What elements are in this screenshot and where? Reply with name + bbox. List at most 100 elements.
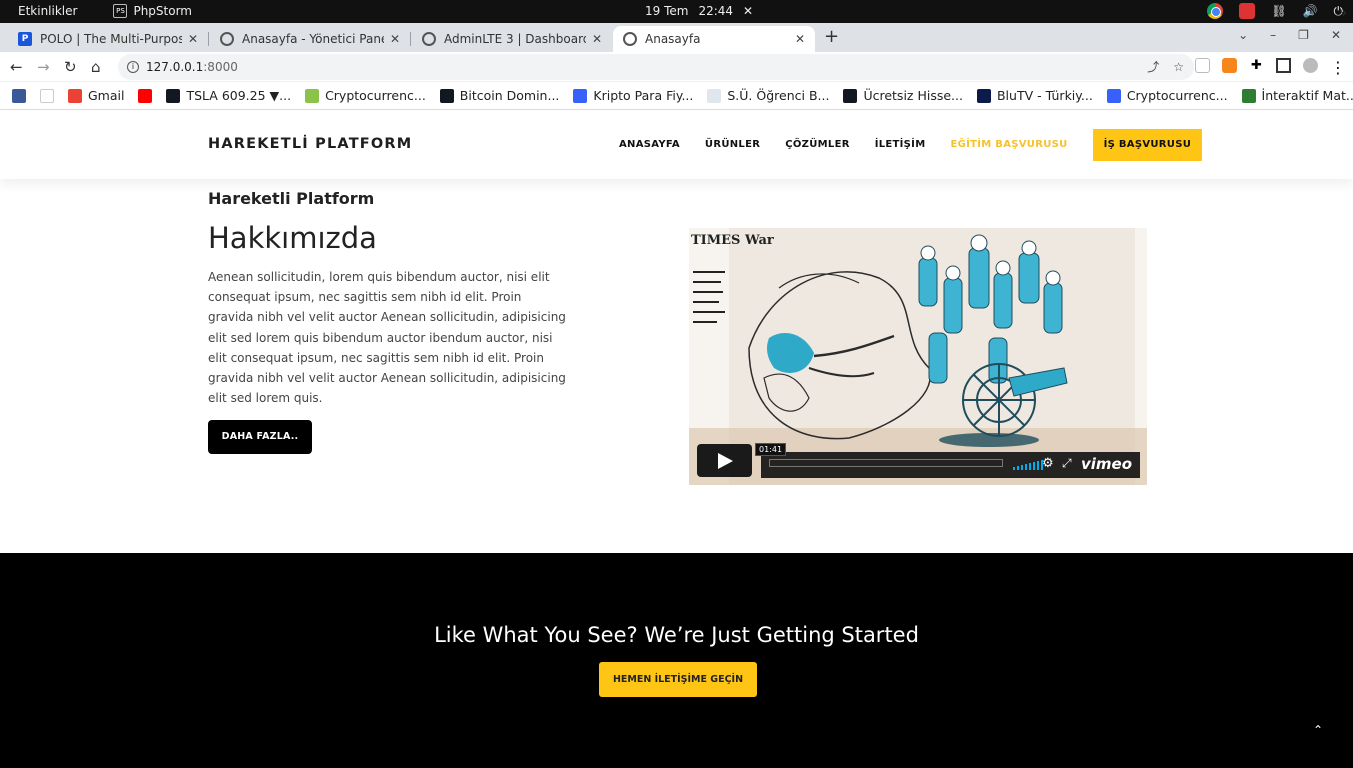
menu-item-contact[interactable]: İLETİŞİM xyxy=(875,129,926,161)
tab-anasayfa[interactable]: Anasayfa ✕ xyxy=(613,26,815,52)
tab-title: Anasayfa - Yönetici Paneli xyxy=(242,32,384,46)
activities-button[interactable]: Etkinlikler xyxy=(18,4,77,18)
job-application-button[interactable]: İŞ BAŞVURUSU xyxy=(1092,129,1203,161)
bookmark-item[interactable]: BluTV - Türkiy... xyxy=(976,88,1093,103)
close-tab-icon[interactable]: ✕ xyxy=(390,32,400,46)
metamask-icon[interactable] xyxy=(1222,58,1237,73)
extension-icons: ✚ ⋮ xyxy=(1195,58,1346,77)
bookmark-item[interactable] xyxy=(12,88,32,103)
new-tab-button[interactable]: + xyxy=(824,26,839,47)
more-bookmarks-icon[interactable]: » xyxy=(1339,6,1347,21)
bookmark-item[interactable]: TSLA 609.25 ▼... xyxy=(166,88,291,103)
more-menu-icon[interactable]: ⋮ xyxy=(1330,58,1346,77)
menu-item-training-application[interactable]: EĞİTİM BAŞVURUSU xyxy=(950,129,1067,161)
restore-icon[interactable]: ❐ xyxy=(1298,28,1309,42)
bookmark-label: Ücretsiz Hisse... xyxy=(863,88,963,103)
read-more-button[interactable]: DAHA FAZLA.. xyxy=(208,420,312,454)
video-progress-bar[interactable] xyxy=(769,459,1003,467)
bookmark-label: Bitcoin Domin... xyxy=(459,88,560,103)
os-top-bar: Etkinlikler PS PhpStorm 19 Tem 22:44 ✕ ⛓… xyxy=(0,0,1353,23)
globe-icon xyxy=(422,32,436,46)
about-paragraph: Aenean sollicitudin, lorem quis bibendum… xyxy=(208,270,566,406)
vimeo-logo[interactable]: vimeo xyxy=(1081,455,1132,473)
about-heading: Hakkımızda xyxy=(208,221,377,255)
close-tab-icon[interactable]: ✕ xyxy=(188,32,198,46)
bookmark-item[interactable]: S.Ü. Öğrenci B... xyxy=(707,88,829,103)
bookmark-favicon-icon xyxy=(439,88,454,103)
clock-time: 22:44 xyxy=(698,4,734,18)
reload-icon[interactable]: ↻ xyxy=(64,58,77,76)
fullscreen-icon[interactable]: ⤢ xyxy=(1062,456,1072,471)
close-tab-icon[interactable]: ✕ xyxy=(795,32,805,46)
bookmark-item[interactable]: Gmail xyxy=(68,88,124,103)
tab-admin-panel[interactable]: Anasayfa - Yönetici Paneli ✕ xyxy=(210,26,411,52)
tab-polo[interactable]: P POLO | The Multi-Purpose ✕ xyxy=(8,26,209,52)
tab-search-icon[interactable]: ⌄ xyxy=(1238,28,1248,42)
bookmark-label: Cryptocurrenc... xyxy=(1126,88,1228,103)
tab-adminlte[interactable]: AdminLTE 3 | Dashboard ✕ xyxy=(412,26,612,52)
window-controls: ⌄ – ❐ ✕ xyxy=(1238,28,1341,42)
bookmark-item[interactable]: Ücretsiz Hisse... xyxy=(843,88,963,103)
forward-arrow-icon[interactable]: → xyxy=(37,58,50,76)
bookmark-favicon-icon xyxy=(707,88,722,103)
settings-gear-icon[interactable]: ⚙ xyxy=(1042,456,1054,471)
menu-item-solutions[interactable]: ÇÖZÜMLER xyxy=(785,129,849,161)
clock[interactable]: 19 Tem 22:44 ✕ xyxy=(645,4,753,18)
tab-title: Anasayfa xyxy=(645,32,701,46)
browser-tab-strip: P POLO | The Multi-Purpose ✕ Anasayfa - … xyxy=(0,23,1353,52)
address-bar[interactable]: i 127.0.0.1:8000 ⤴ ☆ xyxy=(118,54,1194,80)
profile-avatar-icon[interactable] xyxy=(1303,58,1318,73)
chrome-tray-icon[interactable] xyxy=(1207,3,1224,19)
close-tab-icon[interactable]: ✕ xyxy=(592,32,602,46)
bookmark-label: Cryptocurrenc... xyxy=(325,88,426,103)
minimize-icon[interactable]: – xyxy=(1270,28,1276,42)
info-icon[interactable]: i xyxy=(127,61,139,73)
menu-item-products[interactable]: ÜRÜNLER xyxy=(705,129,760,161)
site-logo[interactable]: HAREKETLİ PLATFORM xyxy=(208,136,412,152)
network-icon[interactable]: ⛓ xyxy=(1271,4,1286,18)
main-menu: ANASAYFA ÜRÜNLER ÇÖZÜMLER İLETİŞİM EĞİTİ… xyxy=(619,129,1203,161)
bookmark-label: S.Ü. Öğrenci B... xyxy=(727,88,830,103)
bookmark-label: TSLA 609.25 ▼... xyxy=(186,88,292,103)
bookmark-label: Gmail xyxy=(88,88,125,103)
back-arrow-icon[interactable]: ← xyxy=(10,58,23,76)
video-duration: 01:41 xyxy=(755,443,787,456)
shield-extension-icon[interactable] xyxy=(1195,58,1210,73)
menu-item-home[interactable]: ANASAYFA xyxy=(619,129,680,161)
about-subtitle: Hareketli Platform xyxy=(208,189,375,208)
side-panel-icon[interactable] xyxy=(1276,58,1291,73)
vimeo-video-player[interactable]: TIMES War 01:41 ⚙ ⤢ vimeo xyxy=(689,228,1147,485)
bookmark-star-icon[interactable]: ☆ xyxy=(1173,54,1184,80)
volume-icon[interactable]: 🔊 xyxy=(1303,4,1318,18)
scroll-to-top-icon[interactable]: ⌃ xyxy=(1313,723,1323,737)
bookmark-label: Kripto Para Fiy... xyxy=(593,88,694,103)
app-menu[interactable]: PS PhpStorm xyxy=(113,4,192,18)
volume-icon[interactable] xyxy=(1013,460,1043,470)
bookmark-label: BluTV - Türkiy... xyxy=(996,88,1093,103)
cta-title: Like What You See? We’re Just Getting St… xyxy=(434,623,919,647)
bookmark-item[interactable]: Kripto Para Fiy... xyxy=(573,88,693,103)
video-control-bar: 01:41 ⚙ ⤢ vimeo xyxy=(755,443,1140,478)
contact-now-button[interactable]: HEMEN İLETİŞİME GEÇİN xyxy=(599,662,757,697)
close-window-icon[interactable]: ✕ xyxy=(1331,28,1341,42)
bookmark-favicon-icon xyxy=(138,88,153,103)
share-icon[interactable]: ⤴ xyxy=(1147,54,1159,80)
globe-icon xyxy=(623,32,637,46)
bookmark-item[interactable] xyxy=(40,88,60,103)
bookmark-item[interactable]: İnteraktif Mat... xyxy=(1241,88,1353,103)
bookmark-item[interactable]: Cryptocurrenc... xyxy=(1106,88,1228,103)
play-button[interactable] xyxy=(697,444,752,477)
bookmark-favicon-icon xyxy=(12,88,26,103)
bookmark-favicon-icon xyxy=(166,88,181,103)
bookmark-item[interactable] xyxy=(138,88,158,103)
poster-newspaper-text: TIMES War xyxy=(691,233,774,248)
notifications-off-icon: ✕ xyxy=(743,4,754,18)
home-icon[interactable]: ⌂ xyxy=(91,58,101,76)
tab-title: AdminLTE 3 | Dashboard xyxy=(444,32,586,46)
anydesk-tray-icon[interactable] xyxy=(1239,3,1256,19)
tab-title: POLO | The Multi-Purpose xyxy=(40,32,182,46)
bookmark-item[interactable]: Bitcoin Domin... xyxy=(439,88,560,103)
bookmark-item[interactable]: Cryptocurrenc... xyxy=(305,88,426,103)
puzzle-icon[interactable]: ✚ xyxy=(1249,58,1264,73)
site-header: HAREKETLİ PLATFORM ANASAYFA ÜRÜNLER ÇÖZÜ… xyxy=(0,111,1353,179)
